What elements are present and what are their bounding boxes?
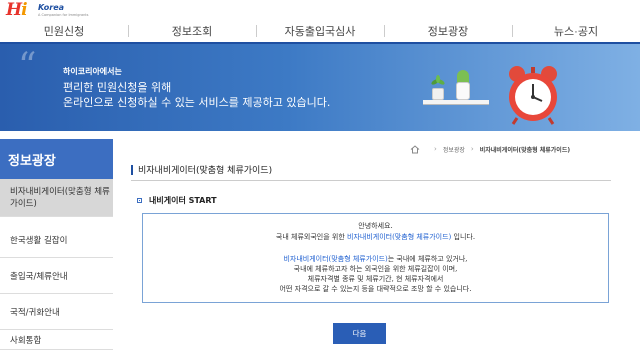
info-desc-1: 비자내비게이터(맞춤형 체류가이드)는 국내에 체류하고 있거나,: [283, 255, 468, 263]
plant-pot-icon: [432, 88, 444, 100]
breadcrumb-parent[interactable]: 정보광장: [443, 145, 465, 154]
page-title: 비자내비게이터(맞춤형 체류가이드): [131, 163, 272, 176]
gnb-info-plaza[interactable]: 정보광장: [384, 20, 512, 42]
logo-brand: Korea: [38, 3, 65, 12]
logo-mark: Hi: [6, 0, 28, 20]
info-desc-4: 어떤 자격으로 갈 수 있는지 등을 대략적으로 조망 할 수 있습니다.: [279, 285, 472, 293]
sidebar-title: 정보광장: [0, 139, 113, 179]
title-bar-icon: [131, 164, 133, 175]
hero-banner: “ 하이코리아에서는 편리한 민원신청을 위해 온라인으로 신청하실 수 있는 …: [0, 44, 640, 131]
gnb-news-notice[interactable]: 뉴스·공지: [512, 20, 640, 42]
site-header: Hi Korea A Companion for Immigrants 민원신청…: [0, 0, 640, 44]
main-navigation: 민원신청 정보조회 자동출입국심사 정보광장 뉴스·공지: [0, 20, 640, 42]
page-title-text: 비자내비게이터(맞춤형 체류가이드): [138, 166, 273, 176]
sidebar-item-immigration-guide[interactable]: 출입국/체류안내: [0, 258, 113, 294]
gnb-info-search[interactable]: 정보조회: [128, 20, 256, 42]
title-divider: [131, 180, 611, 181]
gnb-auto-immigration[interactable]: 자동출입국심사: [256, 20, 384, 42]
sidebar-item-nationality-guide[interactable]: 국적/귀화안내: [0, 294, 113, 330]
sidebar: 정보광장 비자내비게이터(맞춤형 체류가이드) 한국생활 길잡이 출입국/체류안…: [0, 131, 113, 350]
info-desc-3: 체류자격별 종류 및 체류기간, 현 체류자격에서: [307, 275, 444, 283]
next-button[interactable]: 다음: [333, 323, 386, 344]
chevron-right-icon: ›: [434, 145, 437, 153]
sidebar-item-korea-life-guide[interactable]: 한국생활 길잡이: [0, 222, 113, 258]
quote-icon: “: [18, 46, 37, 87]
chevron-right-icon: ›: [470, 145, 474, 153]
sidebar-item-social-integration[interactable]: 사회통합: [0, 330, 113, 350]
section-title-text: 내비게이터 START: [149, 196, 217, 205]
banner-headline-2: 온라인으로 신청하실 수 있는 서비스를 제공하고 있습니다.: [63, 96, 331, 109]
info-desc-2: 국내에 체류하고자 하는 외국인을 위한 체류길잡이 이며,: [293, 265, 458, 273]
sidebar-item-visa-navigator[interactable]: 비자내비게이터(맞춤형 체류가이드): [0, 179, 113, 217]
home-icon[interactable]: [410, 144, 420, 154]
logo-tagline: A Companion for Immigrants: [38, 13, 89, 17]
gnb-civil-application[interactable]: 민원신청: [0, 20, 128, 42]
info-greeting: 안녕하세요.: [358, 222, 393, 230]
cactus-pot-icon: [456, 82, 470, 100]
info-box: 안녕하세요. 국내 체류외국인을 위한 비자내비게이터(맞춤형 체류가이드) 입…: [142, 213, 609, 303]
square-bullet-icon: [137, 198, 142, 203]
banner-headline-1: 편리한 민원신청을 위해: [63, 81, 172, 94]
section-title: 내비게이터 START: [137, 195, 217, 206]
shelf-icon: [423, 100, 489, 105]
banner-brand: 하이코리아에서는: [63, 67, 122, 76]
breadcrumb: › 정보광장 › 비자내비게이터(맞춤형 체류가이드): [410, 143, 640, 155]
info-intro: 국내 체류외국인을 위한 비자내비게이터(맞춤형 체류가이드) 입니다.: [275, 233, 476, 241]
alarm-clock-icon: [509, 66, 557, 125]
breadcrumb-current: 비자내비게이터(맞춤형 체류가이드): [479, 146, 571, 154]
